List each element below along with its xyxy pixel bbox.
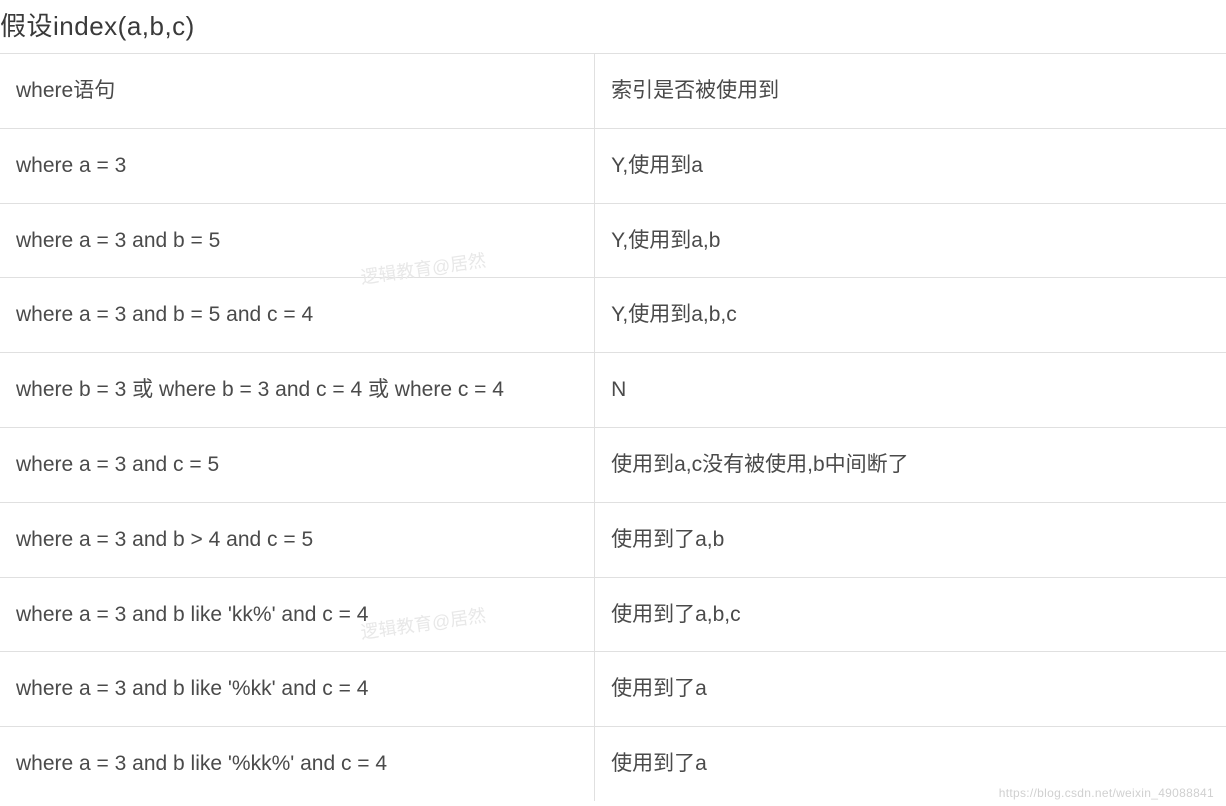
table-header-row: where语句 索引是否被使用到 [0, 54, 1226, 129]
source-watermark: https://blog.csdn.net/weixin_49088841 [999, 786, 1214, 800]
cell-where: where a = 3 and b like '%kk%' and c = 4 [0, 727, 595, 801]
page-title: 假设index(a,b,c) [0, 0, 1226, 53]
cell-where: where a = 3 and c = 5 [0, 427, 595, 502]
cell-index: 使用到了a [595, 652, 1226, 727]
cell-index: Y,使用到a,b,c [595, 278, 1226, 353]
index-usage-table: where语句 索引是否被使用到 where a = 3 Y,使用到a wher… [0, 53, 1226, 801]
cell-where: where a = 3 and b like 'kk%' and c = 4 [0, 577, 595, 652]
table-row: where a = 3 and b like '%kk' and c = 4 使… [0, 652, 1226, 727]
table-row: where b = 3 或 where b = 3 and c = 4 或 wh… [0, 353, 1226, 428]
cell-where: where a = 3 and b = 5 and c = 4 [0, 278, 595, 353]
cell-index: Y,使用到a,b [595, 203, 1226, 278]
cell-index: Y,使用到a [595, 128, 1226, 203]
table-row: where a = 3 Y,使用到a [0, 128, 1226, 203]
cell-where: where a = 3 [0, 128, 595, 203]
table-row: where a = 3 and b like 'kk%' and c = 4 使… [0, 577, 1226, 652]
table-row: where a = 3 and c = 5 使用到a,c没有被使用,b中间断了 [0, 427, 1226, 502]
table-row: where a = 3 and b = 5 and c = 4 Y,使用到a,b… [0, 278, 1226, 353]
cell-index: 使用到a,c没有被使用,b中间断了 [595, 427, 1226, 502]
cell-where: where a = 3 and b like '%kk' and c = 4 [0, 652, 595, 727]
table-row: where a = 3 and b > 4 and c = 5 使用到了a,b [0, 502, 1226, 577]
cell-where: where a = 3 and b = 5 [0, 203, 595, 278]
cell-index: 使用到了a,b [595, 502, 1226, 577]
header-index-used: 索引是否被使用到 [595, 54, 1226, 129]
table-row: where a = 3 and b = 5 Y,使用到a,b [0, 203, 1226, 278]
cell-index: N [595, 353, 1226, 428]
cell-where: where a = 3 and b > 4 and c = 5 [0, 502, 595, 577]
cell-where: where b = 3 或 where b = 3 and c = 4 或 wh… [0, 353, 595, 428]
cell-index: 使用到了a,b,c [595, 577, 1226, 652]
header-where-clause: where语句 [0, 54, 595, 129]
